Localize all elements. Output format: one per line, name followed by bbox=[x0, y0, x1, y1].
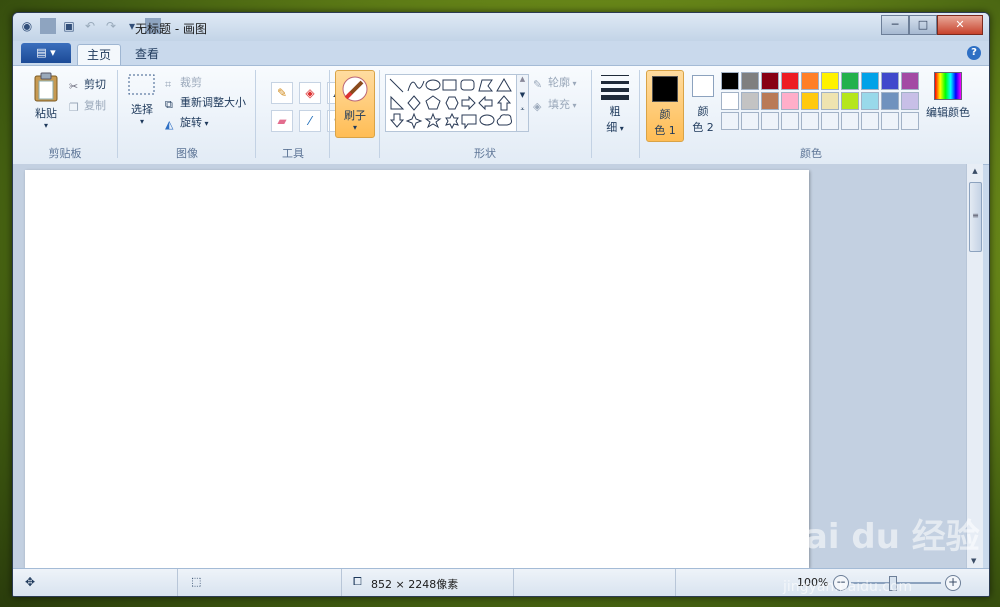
qat-separator bbox=[40, 18, 56, 34]
status-cursor-position: ✥ bbox=[13, 569, 178, 596]
resize-button[interactable]: ⧉ 重新调整大小 bbox=[165, 94, 246, 111]
brush-dropdown-icon: ▾ bbox=[352, 123, 357, 132]
paste-button[interactable]: 粘贴 ▾ bbox=[27, 72, 65, 130]
fill-bucket-icon[interactable]: ◈ bbox=[299, 82, 321, 104]
move-cursor-icon: ✥ bbox=[25, 575, 36, 589]
group-separator bbox=[117, 70, 118, 158]
line-size-icon bbox=[601, 75, 629, 100]
close-button[interactable]: ✕ bbox=[937, 15, 983, 35]
window-controls: ─ □ ✕ bbox=[881, 15, 983, 35]
maximize-button[interactable]: □ bbox=[909, 15, 937, 35]
crop-icon: ⌗ bbox=[165, 78, 172, 91]
size-label-line2: 细 ▾ bbox=[606, 121, 624, 134]
size-button[interactable]: 粗 细 ▾ bbox=[595, 72, 635, 135]
rotate-dropdown-icon: ▾ bbox=[202, 119, 209, 128]
size-dropdown-icon: ▾ bbox=[617, 124, 624, 133]
pencil-icon[interactable]: ✎ bbox=[271, 82, 293, 104]
rotate-button[interactable]: ◭ 旋转 ▾ bbox=[165, 114, 209, 131]
vertical-scrollbar[interactable]: ▲ ≡ ▼ bbox=[966, 164, 983, 568]
help-icon[interactable]: ? bbox=[967, 46, 981, 60]
canvas-area bbox=[13, 164, 966, 568]
copy-icon: ❐ bbox=[69, 101, 79, 114]
paste-label: 粘贴 bbox=[35, 107, 57, 120]
cut-button[interactable]: ✂ 剪切 bbox=[69, 76, 106, 93]
shapes-group-label: 形状 bbox=[474, 147, 496, 160]
title-bar: ◉ ▣ ↶ ↷ ▾ 无标题 - 画图 ─ □ ✕ bbox=[13, 13, 989, 41]
baidu-watermark-logo: Bai du 经验 bbox=[779, 517, 980, 557]
crop-label: 裁剪 bbox=[180, 76, 202, 89]
resize-label: 重新调整大小 bbox=[180, 96, 246, 109]
copy-button[interactable]: ❐ 复制 bbox=[69, 97, 106, 114]
paint-window: ◉ ▣ ↶ ↷ ▾ 无标题 - 画图 ─ □ ✕ ▤ ▾ 主页 查看 ? 粘贴 … bbox=[12, 12, 990, 597]
clipboard-group: 粘贴 ▾ ✂ 剪切 ❐ 复制 剪贴板 bbox=[13, 66, 117, 164]
grip-icon: ≡ bbox=[972, 211, 979, 220]
select-dropdown-icon: ▾ bbox=[139, 117, 144, 126]
select-label: 选择 bbox=[131, 103, 153, 116]
paste-dropdown-icon: ▾ bbox=[43, 121, 48, 130]
group-separator bbox=[639, 70, 640, 158]
undo-icon[interactable]: ↶ bbox=[82, 18, 98, 34]
group-separator bbox=[591, 70, 592, 158]
colors-group: 颜色 bbox=[641, 66, 981, 164]
ribbon-tabs: ▤ ▾ 主页 查看 ? bbox=[13, 41, 989, 66]
redo-icon[interactable]: ↷ bbox=[103, 18, 119, 34]
select-rectangle-icon bbox=[128, 74, 155, 95]
crop-button[interactable]: ⌗ 裁剪 bbox=[165, 74, 202, 91]
image-dimensions-text: 852 × 2248像素 bbox=[371, 578, 459, 591]
image-size-icon: ⧠ bbox=[353, 575, 362, 588]
selection-size-icon: ⬚ bbox=[191, 575, 202, 588]
shapes-group: 形状 bbox=[379, 66, 591, 164]
scissors-icon: ✂ bbox=[69, 80, 79, 93]
scroll-up-arrow-icon[interactable]: ▲ bbox=[967, 167, 983, 175]
baidu-watermark-url: jingyan.baidu.com bbox=[783, 579, 913, 595]
tools-group-label: 工具 bbox=[282, 147, 304, 160]
scrollbar-thumb[interactable]: ≡ bbox=[969, 182, 982, 252]
tab-view[interactable]: 查看 bbox=[125, 44, 169, 65]
image-group-label: 图像 bbox=[176, 147, 198, 160]
zoom-in-button[interactable]: + bbox=[945, 575, 961, 591]
eraser-icon[interactable]: ▰ bbox=[271, 110, 293, 132]
clipboard-group-label: 剪贴板 bbox=[48, 147, 82, 160]
cut-label: 剪切 bbox=[84, 78, 106, 91]
tab-home[interactable]: 主页 bbox=[77, 44, 121, 66]
status-image-size: ⧠ 852 × 2248像素 bbox=[341, 569, 514, 596]
copy-label: 复制 bbox=[84, 99, 106, 112]
window-title: 无标题 - 画图 bbox=[135, 22, 207, 36]
color-picker-icon[interactable]: ⁄ bbox=[299, 110, 321, 132]
paste-icon bbox=[34, 72, 58, 102]
rotate-icon: ◭ bbox=[165, 118, 174, 131]
paint-app-icon[interactable]: ◉ bbox=[19, 18, 35, 34]
drawing-canvas[interactable] bbox=[25, 170, 809, 568]
colors-group-label: 颜色 bbox=[800, 147, 822, 160]
group-separator bbox=[255, 70, 256, 158]
ribbon: 粘贴 ▾ ✂ 剪切 ❐ 复制 剪贴板 选择 ▾ ⌗ 裁剪 ⧉ 重新调整大小 ◭ … bbox=[13, 65, 989, 165]
paint-menu-button[interactable]: ▤ ▾ bbox=[21, 43, 71, 63]
group-separator bbox=[329, 70, 330, 158]
resize-icon: ⧉ bbox=[165, 98, 173, 111]
minimize-button[interactable]: ─ bbox=[881, 15, 909, 35]
brush-label: 刷子 bbox=[344, 109, 366, 122]
brushes-button[interactable]: 刷子 ▾ bbox=[335, 70, 375, 138]
image-group: 选择 ▾ ⌗ 裁剪 ⧉ 重新调整大小 ◭ 旋转 ▾ 图像 bbox=[119, 66, 255, 164]
status-selection-size: ⬚ bbox=[177, 569, 342, 596]
size-label-line1: 粗 bbox=[609, 105, 621, 118]
select-button[interactable]: 选择 ▾ bbox=[125, 72, 159, 126]
rotate-label: 旋转 bbox=[180, 116, 202, 129]
scroll-down-arrow-icon[interactable]: ▼ bbox=[971, 557, 976, 565]
status-file-size bbox=[513, 569, 676, 596]
brush-icon bbox=[342, 76, 368, 102]
save-icon[interactable]: ▣ bbox=[61, 18, 77, 34]
